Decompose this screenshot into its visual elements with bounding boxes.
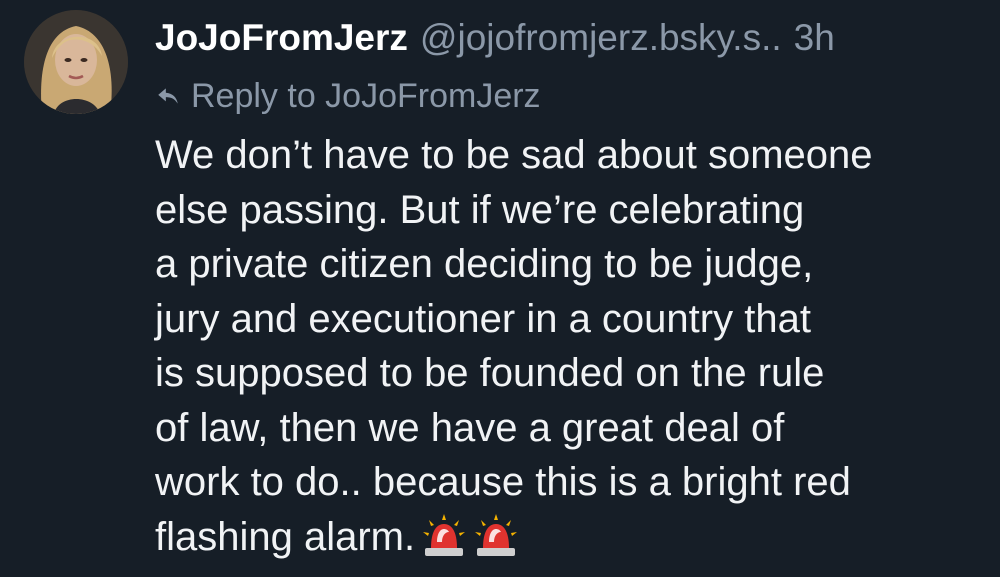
post-text-line: a private citizen deciding to be judge, [155, 242, 814, 286]
reply-to-line[interactable]: Reply to JoJoFromJerz [155, 74, 541, 118]
author-avatar[interactable] [24, 10, 128, 114]
post-text-line: of law, then we have a great deal of [155, 405, 785, 450]
author-display-name[interactable]: JoJoFromJerz [155, 14, 408, 62]
post-text-line: is supposed to be founded on the rule [155, 351, 825, 395]
post-card[interactable]: JoJoFromJerz @jojofromjerz.bsky.s.. 3h R… [0, 0, 1000, 577]
post-text-line: We don’t have to be sad about someone [155, 133, 873, 177]
rotating-light-icon [421, 512, 467, 558]
post-header: JoJoFromJerz @jojofromjerz.bsky.s.. 3h [155, 14, 835, 62]
post-text-line: flashing alarm. [155, 514, 416, 559]
post-text-line: else passing. But if we’re celebrating [155, 187, 805, 232]
author-handle[interactable]: @jojofromjerz.bsky.s.. [420, 14, 782, 62]
reply-arrow-icon [158, 88, 178, 104]
post-text-line: work to do.. because this is a bright re… [155, 460, 851, 504]
reply-to-label: Reply to JoJoFromJerz [191, 76, 541, 115]
post-text: We don’t have to be sad about someone el… [155, 128, 985, 564]
post-timestamp[interactable]: 3h [794, 14, 835, 62]
post-text-line: jury and executioner in a country that [155, 296, 811, 341]
rotating-light-icon [473, 512, 519, 558]
post-text-line-last: flashing alarm. [155, 510, 985, 565]
avatar-photo [24, 10, 128, 114]
